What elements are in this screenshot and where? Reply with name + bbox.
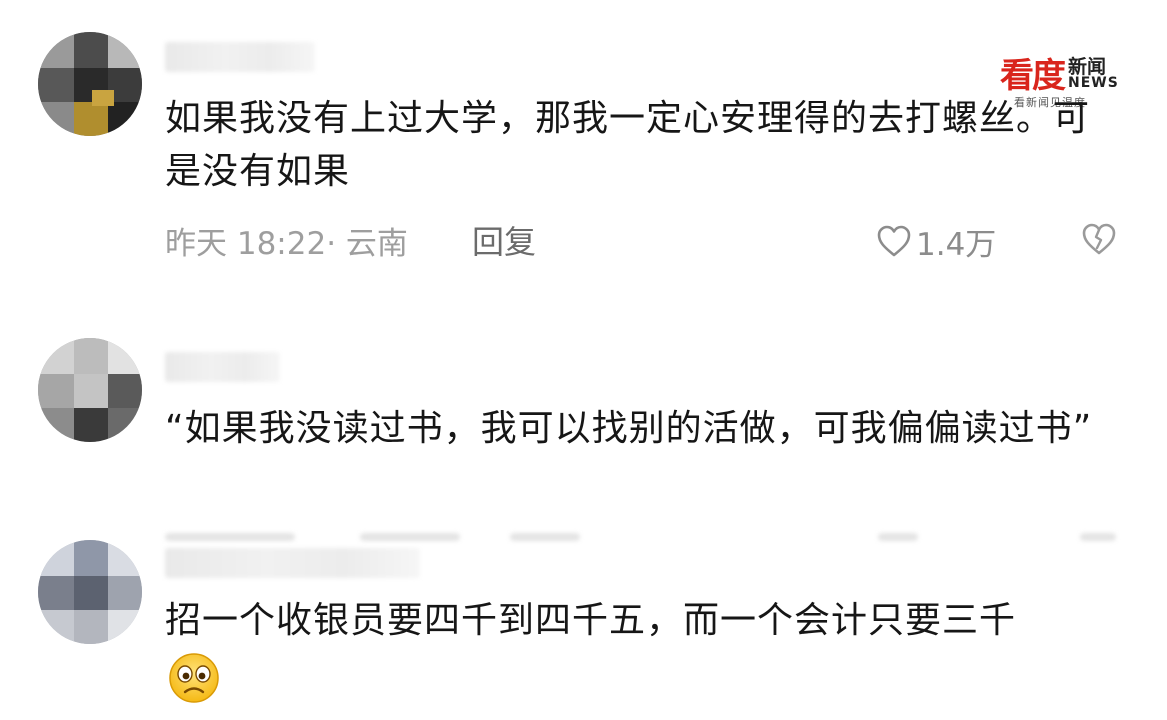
username-blurred[interactable] <box>165 548 420 578</box>
concerned-face-icon <box>169 653 219 703</box>
username-blurred[interactable] <box>165 42 315 72</box>
cropped-meta-row <box>360 533 460 541</box>
reply-button[interactable]: 回复 <box>472 217 536 263</box>
avatar[interactable] <box>38 338 142 442</box>
avatar[interactable] <box>38 540 142 644</box>
comment-time: 昨天 18:22 <box>165 226 327 262</box>
like-count: 1.4万 <box>916 227 997 263</box>
comment-text: “如果我没读过书，我可以找别的活做，可我偏偏读过书” <box>165 408 1093 449</box>
heart-outline-icon <box>877 225 911 256</box>
cropped-meta-row <box>510 533 580 541</box>
comment-text: 如果我没有上过大学，那我一定心安理得的去打螺丝。可是没有如果 <box>165 98 1091 192</box>
dislike-button[interactable] <box>1080 221 1118 261</box>
username-blurred[interactable] <box>165 352 280 382</box>
avatar[interactable] <box>38 32 142 136</box>
comment-location: · 云南 <box>326 226 408 262</box>
logo-news-en: NEWS <box>1068 75 1119 91</box>
comment-meta: 昨天 18:22· 云南 <box>165 218 408 263</box>
broken-heart-outline-icon <box>1082 223 1116 255</box>
concerned-face-emoji <box>168 652 220 708</box>
cropped-meta-row <box>1080 533 1116 541</box>
cropped-meta-row <box>878 533 918 541</box>
cropped-meta-row <box>165 533 295 541</box>
comment-text: 招一个收银员要四千到四千五，而一个会计只要三千 <box>165 600 1017 641</box>
logo-brand-name: 看度 <box>1000 56 1066 96</box>
like-button[interactable]: 1.4万 <box>876 219 996 264</box>
